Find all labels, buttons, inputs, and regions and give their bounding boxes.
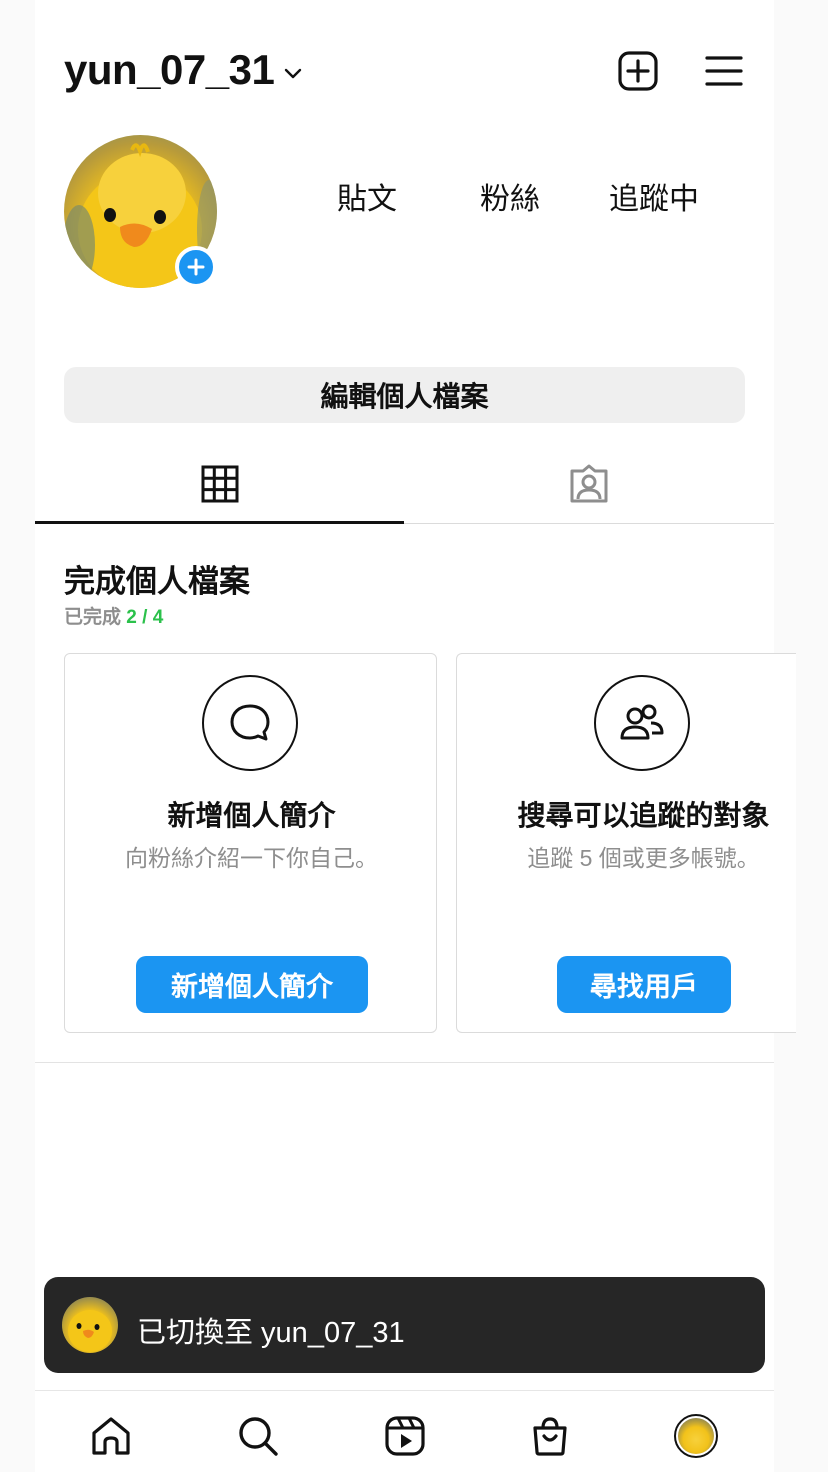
profile-screen: yun_07_31 貼文 粉絲 追蹤中 編輯個人檔案 完成個人檔案 已完成 2 … [35, 0, 796, 1472]
people-icon [620, 704, 664, 740]
find-people-card: 搜尋可以追蹤的對象 追蹤 5 個或更多帳號。 尋找用戶 [456, 653, 796, 1033]
home-icon [92, 1417, 130, 1455]
tab-active-indicator [35, 521, 404, 524]
followers-stat[interactable]: 粉絲 [480, 174, 540, 218]
chevron-down-icon [285, 68, 302, 79]
plus-square-icon [618, 51, 658, 91]
nav-profile[interactable] [668, 1408, 724, 1464]
following-stat[interactable]: 追蹤中 [609, 174, 699, 218]
username: yun_07_31 [64, 46, 275, 93]
duck-avatar-image [68, 1310, 112, 1352]
toast-avatar [62, 1297, 118, 1353]
left-margin [0, 0, 35, 1472]
card-subtitle: 向粉絲介紹一下你自己。 [125, 845, 378, 871]
card-title: 搜尋可以追蹤的對象 [517, 800, 770, 831]
add-bio-card: 新增個人簡介 向粉絲介紹一下你自己。 新增個人簡介 [64, 653, 437, 1033]
new-post-button[interactable] [615, 48, 661, 94]
account-switched-toast: 已切換至 yun_07_31 [44, 1277, 765, 1373]
section-divider [35, 1062, 774, 1063]
hamburger-menu-icon [705, 56, 743, 86]
grid-icon [201, 465, 238, 503]
plus-icon [187, 258, 205, 276]
complete-profile-progress: 已完成 2 / 4 [64, 602, 163, 629]
complete-profile-title: 完成個人檔案 [64, 564, 250, 599]
nav-avatar-image [678, 1418, 714, 1454]
add-story-button[interactable] [175, 246, 217, 288]
tab-posts-grid[interactable] [35, 444, 404, 524]
card-icon-circle [202, 675, 298, 771]
tab-tagged[interactable] [404, 444, 773, 524]
card-title: 新增個人簡介 [167, 800, 336, 831]
menu-button[interactable] [701, 48, 747, 94]
edit-profile-button[interactable]: 編輯個人檔案 [64, 367, 745, 423]
tagged-user-icon [570, 464, 607, 503]
add-bio-button[interactable]: 新增個人簡介 [136, 956, 368, 1013]
nav-search[interactable] [230, 1408, 286, 1464]
nav-reels[interactable] [377, 1408, 433, 1464]
progress-value: 2 / 4 [126, 607, 164, 628]
card-subtitle: 追蹤 5 個或更多帳號。 [527, 845, 760, 871]
shop-icon [533, 1417, 567, 1456]
reels-icon [385, 1416, 425, 1456]
bottom-nav-divider [35, 1390, 774, 1391]
profile-avatar-icon [674, 1414, 718, 1458]
nav-shop[interactable] [522, 1408, 578, 1464]
posts-stat[interactable]: 貼文 [337, 174, 397, 218]
nav-home[interactable] [83, 1408, 139, 1464]
card-icon-circle [594, 675, 690, 771]
account-switcher[interactable]: yun_07_31 [64, 46, 304, 94]
speech-bubble-icon [230, 704, 270, 741]
toast-message: 已切換至 yun_07_31 [137, 1317, 405, 1349]
search-icon [239, 1417, 278, 1456]
find-users-button[interactable]: 尋找用戶 [557, 956, 731, 1013]
progress-prefix: 已完成 [64, 607, 122, 628]
